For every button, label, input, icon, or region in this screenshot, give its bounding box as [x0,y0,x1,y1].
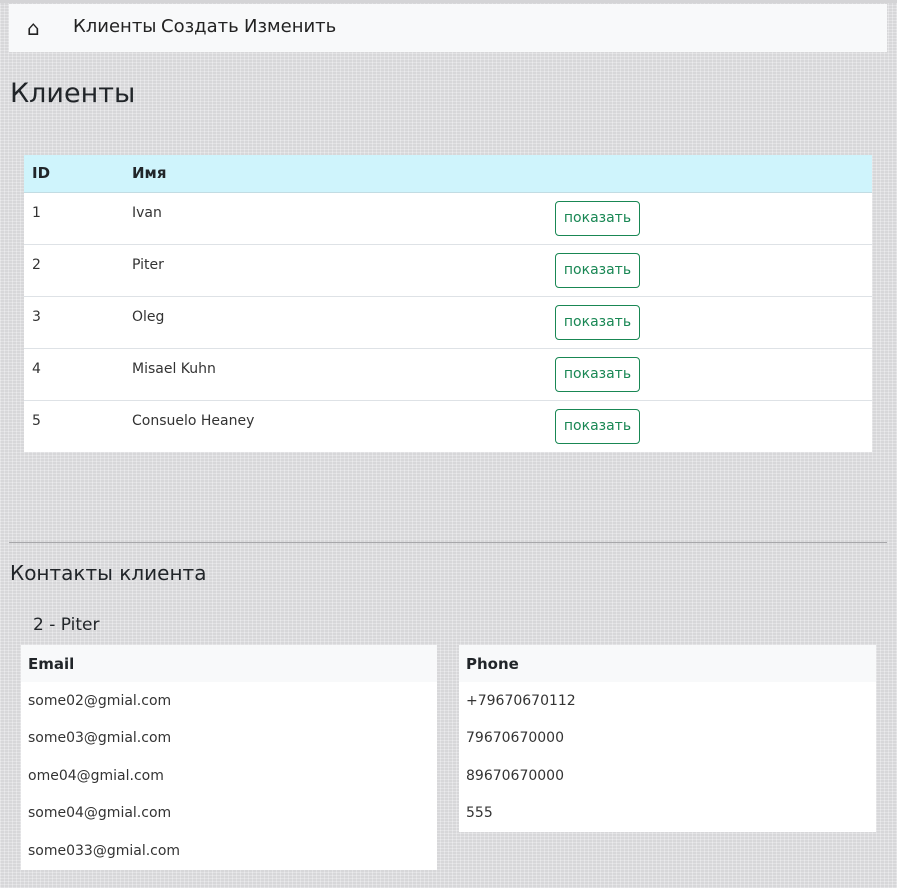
table-row: 3 Oleg показать [24,296,872,349]
home-icon[interactable]: ⌂ [27,16,40,40]
table-row: 1 Ivan показать [24,192,872,245]
table-row: +79670670112 [459,682,876,720]
nav-link-create[interactable]: Создать [161,16,239,38]
email-value: some02@gmial.com [28,692,172,709]
navbar: ⌂ Клиенты Создать Изменить [9,4,887,52]
email-value: ome04@gmial.com [28,767,164,784]
email-value: some03@gmial.com [28,730,172,747]
phone-value: 555 [466,805,493,822]
client-id: 5 [32,412,41,429]
column-header-actions [547,155,872,193]
show-client-button[interactable]: показать [555,408,640,444]
contacts-heading: Контакты клиента [10,561,207,585]
table-row: some03@gmial.com [21,720,437,758]
show-client-button[interactable]: показать [555,304,640,340]
show-client-button[interactable]: показать [555,356,640,392]
client-name: Misael Kuhn [132,360,216,377]
client-id: 4 [32,360,41,377]
column-header-name: Имя [124,155,547,193]
table-row: some02@gmial.com [21,682,437,720]
column-header-id: ID [24,155,124,193]
email-table: Email some02@gmial.com some03@gmial.com … [21,645,437,870]
phone-table: Phone +79670670112 79670670000 896706700… [459,645,876,832]
email-value: some033@gmial.com [28,842,181,859]
email-value: some04@gmial.com [28,805,172,822]
table-row: some04@gmial.com [21,795,437,833]
phone-value: +79670670112 [466,692,576,709]
table-header-row: ID Имя [24,155,872,193]
table-row: ome04@gmial.com [21,757,437,795]
selected-client-label: 2 - Piter [33,615,100,635]
column-header-phone: Phone [459,645,876,682]
nav-link-clients[interactable]: Клиенты [73,16,157,38]
section-divider [9,542,887,543]
phone-value: 79670670000 [466,730,564,747]
client-id: 3 [32,308,41,325]
table-header-row: Phone [459,645,876,682]
table-row: 5 Consuelo Heaney показать [24,400,872,452]
column-header-email: Email [21,645,437,682]
table-row: 555 [459,795,876,833]
table-row: 79670670000 [459,720,876,758]
clients-table: ID Имя 1 Ivan показать 2 Piter показать … [24,155,872,452]
nav-link-edit[interactable]: Изменить [244,16,336,38]
top-border-line [0,0,897,3]
table-row: 89670670000 [459,757,876,795]
phone-value: 89670670000 [466,767,564,784]
table-row: 4 Misael Kuhn показать [24,348,872,401]
client-id: 2 [32,256,41,273]
table-header-row: Email [21,645,437,682]
client-id: 1 [32,204,41,221]
page-title: Клиенты [10,78,136,109]
show-client-button[interactable]: показать [555,252,640,288]
show-client-button[interactable]: показать [555,200,640,236]
client-name: Oleg [132,308,165,325]
client-name: Consuelo Heaney [132,412,255,429]
table-row: 2 Piter показать [24,244,872,297]
client-name: Piter [132,256,164,273]
client-name: Ivan [132,204,162,221]
table-row: some033@gmial.com [21,832,437,870]
